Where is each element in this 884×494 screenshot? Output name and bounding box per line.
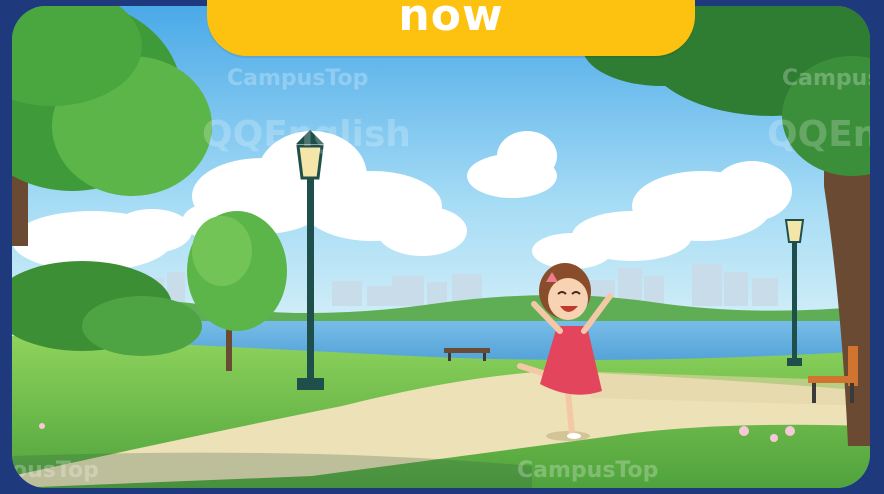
park-scene-illustration [12,6,870,488]
word-banner: now [207,0,695,56]
picture-frame: CampusTop QQEnglish CampusTop QQEnglish … [12,6,870,488]
word-label: now [398,0,504,41]
